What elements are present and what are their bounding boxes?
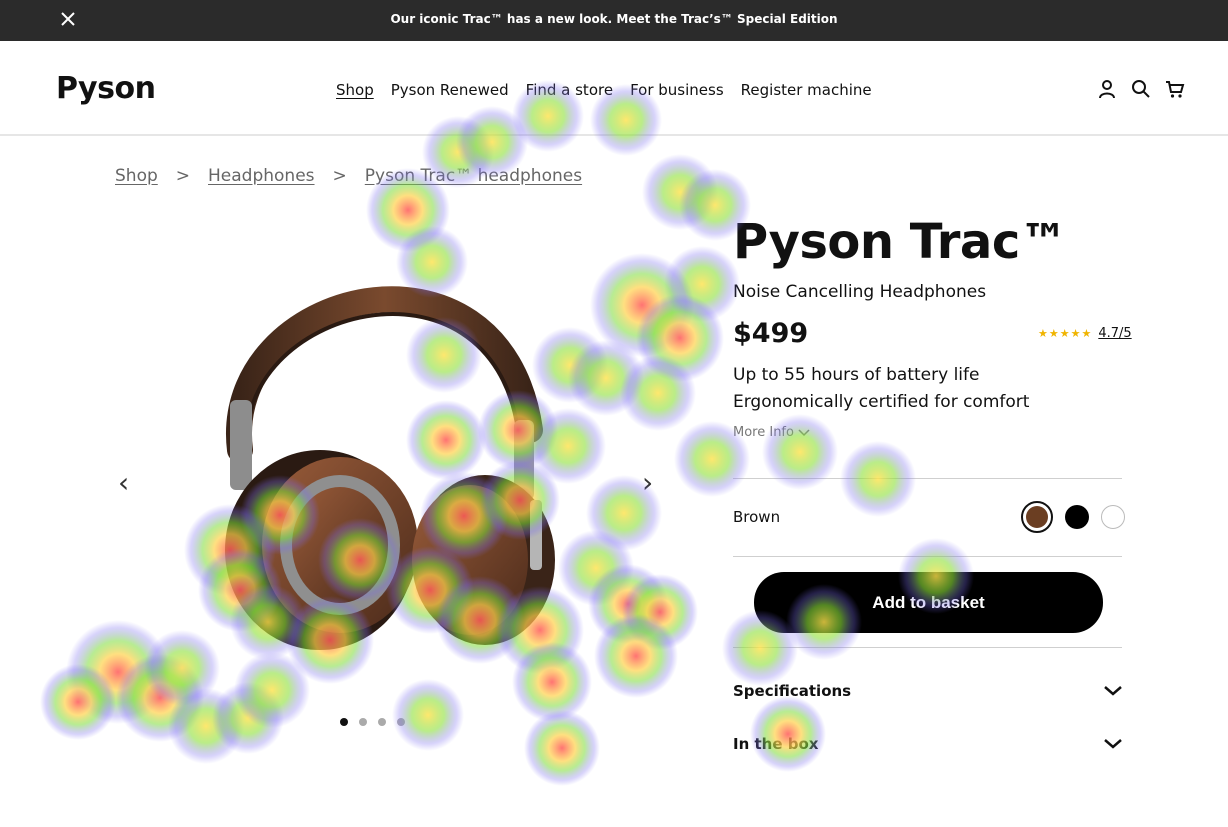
breadcrumb-shop[interactable]: Shop	[115, 166, 158, 186]
product-image	[225, 286, 555, 650]
swatch-white[interactable]	[1101, 505, 1125, 529]
product-price: $499	[733, 318, 809, 349]
product-subtitle: Noise Cancelling Headphones	[733, 282, 987, 302]
feature-battery: Up to 55 hours of battery life	[733, 365, 980, 385]
site-header: Pyson Shop Pyson Renewed Find a store Fo…	[0, 41, 1228, 136]
add-to-basket-button[interactable]: Add to basket	[754, 572, 1103, 633]
gallery-dots	[340, 718, 405, 726]
logo[interactable]: Pyson	[56, 71, 156, 106]
divider	[733, 478, 1122, 479]
feature-comfort: Ergonomically certified for comfort	[733, 392, 1030, 412]
breadcrumb-separator: >	[175, 166, 191, 186]
nav-find-a-store[interactable]: Find a store	[526, 81, 613, 99]
product-rating: ★★★★★ 4.7/5	[1038, 326, 1132, 341]
search-icon[interactable]	[1131, 79, 1151, 99]
divider	[733, 647, 1122, 648]
gallery-dot[interactable]	[340, 718, 348, 726]
main-nav: Shop Pyson Renewed Find a store For busi…	[336, 81, 872, 99]
accordion-label: Specifications	[733, 682, 852, 700]
divider	[733, 556, 1122, 557]
breadcrumb-headphones[interactable]: Headphones	[208, 166, 315, 186]
breadcrumb-separator: >	[332, 166, 347, 186]
accordion-in-the-box[interactable]: In the box	[733, 735, 1122, 753]
breadcrumb: Shop > Headphones > Pyson Trac™ headphon…	[115, 166, 582, 186]
nav-register-machine[interactable]: Register machine	[741, 81, 872, 99]
gallery-next-button[interactable]: ›	[642, 466, 653, 499]
more-info-label: More Info	[733, 425, 794, 440]
breadcrumb-product[interactable]: Pyson Trac™ headphones	[365, 166, 582, 186]
gallery-dot[interactable]	[397, 718, 405, 726]
swatch-brown[interactable]	[1021, 501, 1053, 533]
chevron-down-icon	[798, 428, 810, 436]
product-title: Pyson Trac™	[733, 214, 1068, 270]
accordion-specifications[interactable]: Specifications	[733, 682, 1122, 700]
swatch-black[interactable]	[1065, 505, 1089, 529]
nav-for-business[interactable]: For business	[630, 81, 724, 99]
nav-shop[interactable]: Shop	[336, 81, 374, 99]
rating-link[interactable]: 4.7/5	[1098, 326, 1131, 341]
more-info-toggle[interactable]: More Info	[733, 425, 810, 440]
color-swatches	[1021, 501, 1125, 533]
nav-pyson-renewed[interactable]: Pyson Renewed	[391, 81, 509, 99]
accordion-label: In the box	[733, 735, 819, 753]
gallery-dot[interactable]	[378, 718, 386, 726]
header-icons	[1097, 79, 1185, 99]
gallery-prev-button[interactable]: ‹	[118, 466, 129, 499]
chevron-down-icon	[1104, 739, 1122, 749]
star-rating-icon: ★★★★★	[1038, 327, 1093, 340]
selected-color-label: Brown	[733, 508, 781, 526]
user-icon[interactable]	[1097, 79, 1117, 99]
cart-icon[interactable]	[1165, 79, 1185, 99]
announcement-text[interactable]: Our iconic Trac™ has a new look. Meet th…	[0, 12, 1228, 26]
chevron-down-icon	[1104, 686, 1122, 696]
announcement-bar: Our iconic Trac™ has a new look. Meet th…	[0, 0, 1228, 41]
gallery-dot[interactable]	[359, 718, 367, 726]
